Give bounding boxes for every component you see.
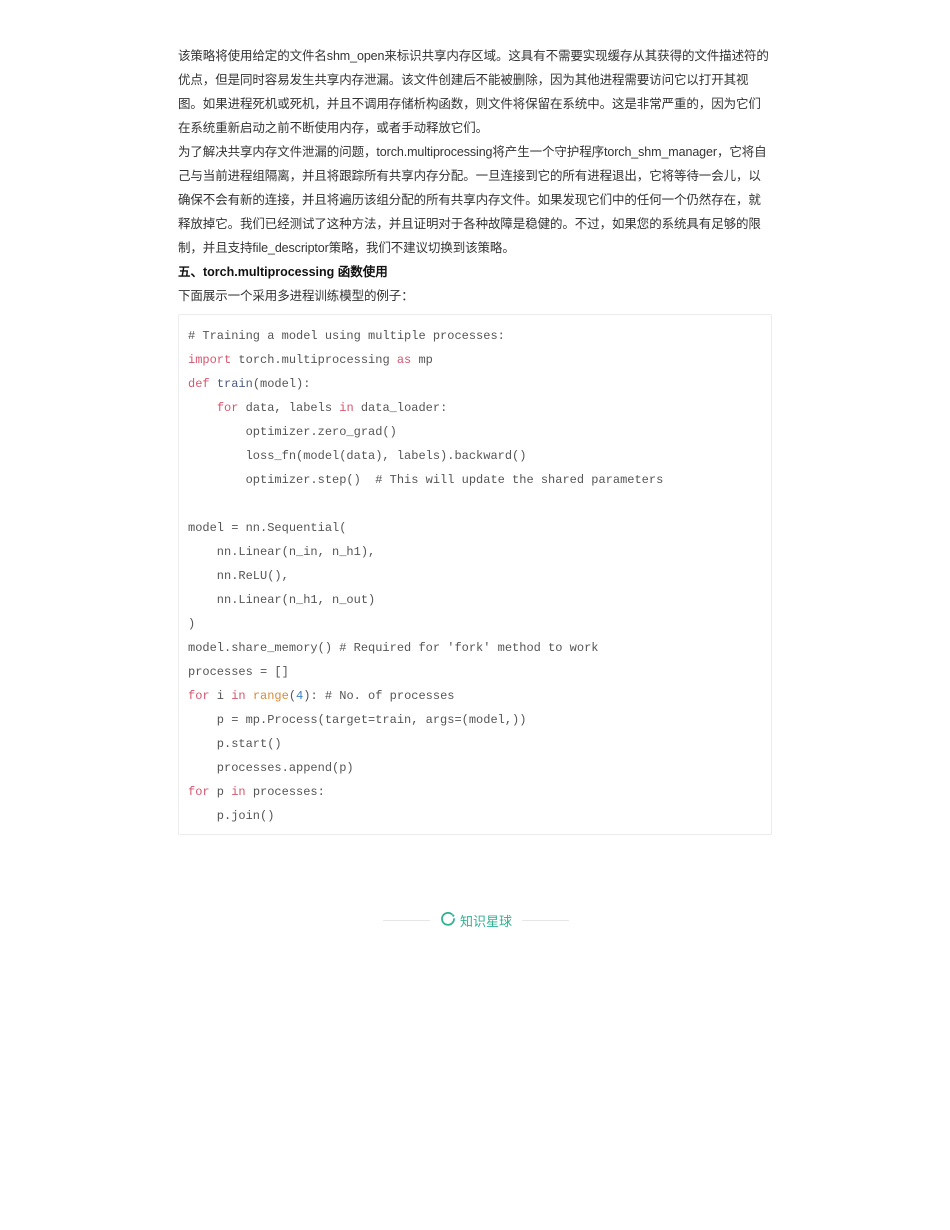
code-line: model = nn.Sequential( [188,516,762,540]
footer-divider-left [383,919,430,921]
code-line: optimizer.zero_grad() [188,420,762,444]
code-token-fn: train [216,377,253,391]
code-token-plain: p [209,785,232,799]
code-token-kw: for [216,401,239,415]
code-token-builtin: range [252,689,289,703]
code-line: for i in range(4): # No. of processes [188,684,762,708]
code-token-kw: for [188,785,210,799]
spinner-ring-icon [440,911,460,930]
code-line: p.join() [188,804,762,828]
code-token-plain: nn.Linear(n_h1, n_out) [188,593,376,607]
code-line: for p in processes: [188,780,762,804]
code-line: nn.Linear(n_in, n_h1), [188,540,762,564]
code-token-kw: in [231,689,246,703]
code-token-plain: model = nn.Sequential( [188,521,347,535]
code-token-kw: in [231,785,246,799]
code-line: loss_fn(model(data), labels).backward() [188,444,762,468]
intro-text: 下面展示一个采用多进程训练模型的例子： [178,289,414,303]
code-token-plain: optimizer.step() # This will update the … [188,473,664,487]
code-line: p = mp.Process(target=train, args=(model… [188,708,762,732]
code-line: def train(model): [188,372,762,396]
footer-divider-right [522,919,570,921]
code-line: processes.append(p) [188,756,762,780]
code-line: ) [188,612,762,636]
article-content: 该策略将使用给定的文件名shm_open来标识共享内存区域。这具有不需要实现缓存… [178,44,772,835]
code-token-kw: import [188,353,232,367]
code-line: optimizer.step() # This will update the … [188,468,762,492]
code-line: for data, labels in data_loader: [188,396,762,420]
section-heading: 五、torch.multiprocessing 函数使用 [178,265,388,279]
code-token-plain: data, labels [238,401,340,415]
code-block: # Training a model using multiple proces… [178,314,772,835]
paragraph-shm-open-strategy: 该策略将使用给定的文件名shm_open来标识共享内存区域。这具有不需要实现缓存… [178,49,769,135]
code-token-plain: torch.multiprocessing [231,353,397,367]
code-line: import torch.multiprocessing as mp [188,348,762,372]
footer: 知识星球 [383,908,570,932]
code-token-plain: processes = [] [188,665,289,679]
footer-brand[interactable]: 知识星球 [440,911,512,930]
code-token-plain: model.share_memory() # Required for 'for… [188,641,599,655]
code-line: p.start() [188,732,762,756]
code-token-kw: def [188,377,210,391]
code-token-kw: for [188,689,210,703]
code-token-plain: nn.Linear(n_in, n_h1), [188,545,376,559]
code-token-plain: p = mp.Process(target=train, args=(model… [188,713,527,727]
code-line: nn.Linear(n_h1, n_out) [188,588,762,612]
code-token-plain: # Training a model using multiple proces… [188,329,505,343]
code-token-plain: nn.ReLU(), [188,569,289,583]
code-token-plain: processes: [245,785,325,799]
code-token-plain: p.start() [188,737,282,751]
brand-label: 知识星球 [460,913,513,929]
code-token-plain: ) [188,617,196,631]
code-token-plain: ( [288,689,297,703]
code-token-kw: in [339,401,354,415]
paragraph-shm-manager: 为了解决共享内存文件泄漏的问题，torch.multiprocessing将产生… [178,145,767,255]
code-token-plain: i [209,689,232,703]
code-token-plain: (model): [252,377,311,391]
code-line: # Training a model using multiple proces… [188,324,762,348]
code-token-plain: ): # No. of processes [303,689,455,703]
code-line: nn.ReLU(), [188,564,762,588]
code-token-kw: as [396,353,412,367]
code-line: processes = [] [188,660,762,684]
code-token-plain: optimizer.zero_grad() [188,425,397,439]
code-token-plain: loss_fn(model(data), labels).backward() [188,449,527,463]
code-token-plain: mp [411,353,433,367]
code-token-plain: processes.append(p) [188,761,354,775]
code-token-plain: p.join() [188,809,275,823]
code-token-plain: data_loader: [353,401,448,415]
code-line: model.share_memory() # Required for 'for… [188,636,762,660]
